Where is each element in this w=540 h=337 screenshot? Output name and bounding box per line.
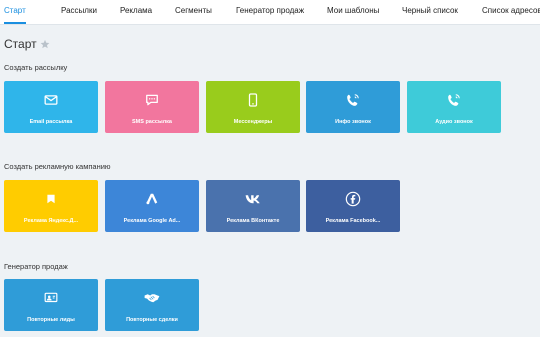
tab-ads[interactable]: Реклама [120, 0, 152, 24]
email-mailing-tile[interactable]: Email рассылка [4, 81, 98, 133]
tab-segments[interactable]: Сегменты [175, 0, 212, 24]
tile-label: Повторные сделки [126, 317, 178, 323]
tab-blacklist[interactable]: Черный список [402, 0, 458, 24]
email-icon [44, 95, 58, 105]
sms-mailing-tile[interactable]: SMS рассылка [105, 81, 199, 133]
section-title-ad-campaign: Создать рекламную кампанию [4, 162, 111, 171]
repeat-deals-tile[interactable]: Повторные сделки [105, 279, 199, 331]
tile-label: Email рассылка [29, 119, 73, 125]
tile-label: Аудио звонок [435, 119, 473, 125]
yandex-direct-tile[interactable]: Реклама Яндекс.Д... [4, 180, 98, 232]
google-ads-tile[interactable]: Реклама Google Ad... [105, 180, 199, 232]
audio-call-tile[interactable]: Аудио звонок [407, 81, 501, 133]
section-title-mailing: Создать рассылку [4, 63, 68, 72]
audio-call-icon [448, 94, 460, 106]
facebook-tile[interactable]: Реклама Facebook... [306, 180, 400, 232]
page-title: Старт [4, 37, 37, 51]
star-icon[interactable] [40, 39, 50, 49]
vk-icon [245, 195, 260, 204]
section-title-sales-generator: Генератор продаж [4, 262, 68, 271]
leads-icon [44, 292, 58, 303]
tile-label: Инфо звонок [335, 119, 371, 125]
tab-mailings[interactable]: Рассылки [61, 0, 97, 24]
tab-address-list[interactable]: Список адресов [482, 0, 540, 24]
messengers-tile[interactable]: Мессенджеры [206, 81, 300, 133]
vkontakte-tile[interactable]: Реклама ВКонтакте [206, 180, 300, 232]
handshake-icon [144, 294, 160, 303]
repeat-leads-tile[interactable]: Повторные лиды [4, 279, 98, 331]
phone-icon [248, 93, 258, 107]
tile-label: Мессенджеры [233, 119, 273, 125]
phone-call-icon [347, 94, 359, 106]
tab-start[interactable]: Старт [4, 0, 26, 24]
tile-label: Реклама Facebook... [325, 218, 381, 224]
tile-label: Реклама Google Ad... [123, 218, 181, 224]
top-nav: Старт Рассылки Реклама Сегменты Генерато… [0, 0, 540, 25]
sms-icon [146, 94, 158, 106]
google-ads-icon [146, 193, 158, 205]
facebook-icon [345, 191, 361, 207]
tile-label: Повторные лиды [27, 317, 75, 323]
tile-label: Реклама ВКонтакте [226, 218, 280, 224]
info-call-tile[interactable]: Инфо звонок [306, 81, 400, 133]
tile-label: SMS рассылка [132, 119, 172, 125]
tab-my-templates[interactable]: Мои шаблоны [327, 0, 379, 24]
tile-label: Реклама Яндекс.Д... [23, 218, 79, 224]
yandex-icon [47, 194, 55, 204]
tab-sales-generator[interactable]: Генератор продаж [236, 0, 304, 24]
